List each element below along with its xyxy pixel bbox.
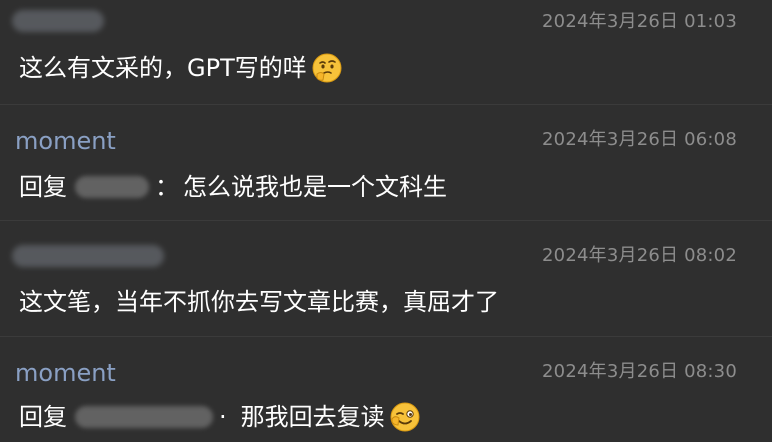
winking-face-icon (389, 401, 421, 433)
thinking-face-icon (311, 52, 343, 84)
message-item[interactable]: 2024年3月26日 08:02 这文笔，当年不抓你去写文章比赛，真屈才了 (0, 221, 772, 336)
message-item[interactable]: 2024年3月26日 01:03 这么有文采的，GPT写的咩 (0, 0, 772, 104)
message-timestamp: 2024年3月26日 06:08 (542, 129, 737, 150)
message-timestamp: 2024年3月26日 01:03 (542, 11, 737, 32)
message-timestamp: 2024年3月26日 08:30 (542, 361, 737, 382)
message-body: 回复 · 那我回去复读 (19, 401, 421, 433)
message-item[interactable]: moment 2024年3月26日 06:08 回复 ： 怎么说我也是一个文科生 (0, 105, 772, 220)
message-body: 这文笔，当年不抓你去写文章比赛，真屈才了 (19, 287, 499, 317)
message-timestamp: 2024年3月26日 08:02 (542, 245, 737, 266)
message-body: 这么有文采的，GPT写的咩 (19, 52, 343, 84)
author-name-redacted (12, 245, 164, 267)
reply-mention-redacted[interactable] (75, 176, 149, 198)
message-item[interactable]: moment 2024年3月26日 08:30 回复 · 那我回去复读 (0, 337, 772, 442)
author-name[interactable]: moment (15, 359, 116, 387)
reply-colon: ： (155, 173, 179, 201)
message-text: 这么有文采的，GPT写的咩 (19, 54, 307, 82)
author-name-redacted (12, 10, 104, 32)
message-body: 回复 ： 怎么说我也是一个文科生 (19, 172, 447, 202)
message-text: 怎么说我也是一个文科生 (183, 173, 447, 201)
chat-message-list: 2024年3月26日 01:03 这么有文采的，GPT写的咩 moment 20… (0, 0, 772, 442)
reply-colon: · (219, 403, 227, 431)
reply-prefix: 回复 (19, 173, 67, 201)
author-name[interactable]: moment (15, 127, 116, 155)
reply-prefix: 回复 (19, 403, 67, 431)
message-text: 那我回去复读 (240, 403, 385, 431)
reply-mention-redacted[interactable] (75, 406, 213, 428)
message-text: 这文笔，当年不抓你去写文章比赛，真屈才了 (19, 288, 499, 316)
